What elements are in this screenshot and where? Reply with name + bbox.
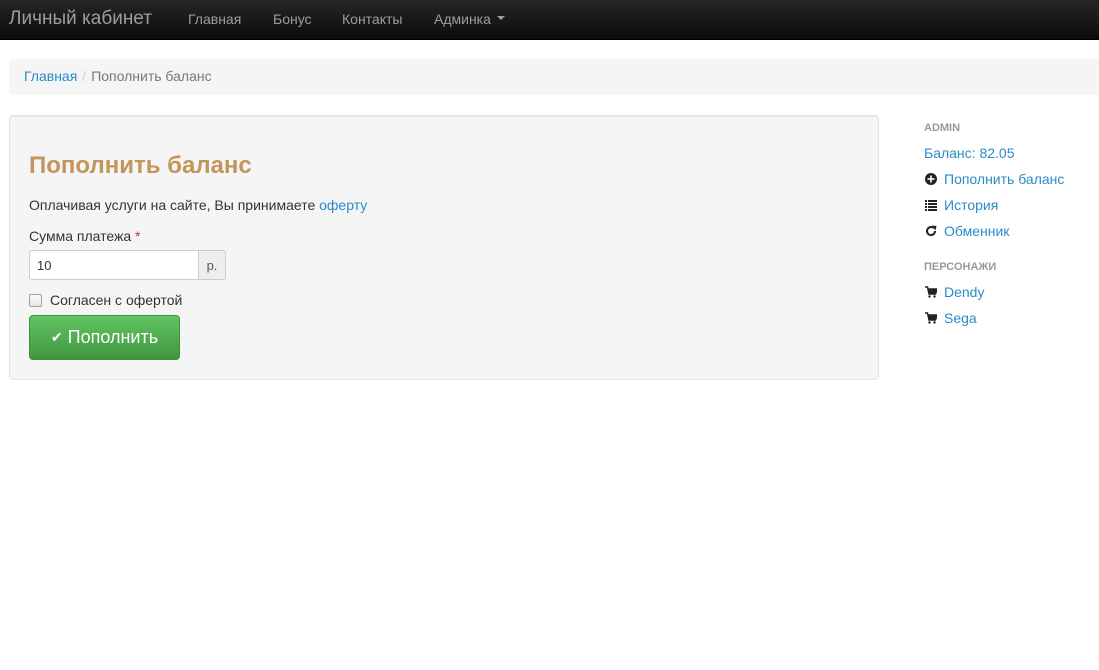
required-mark: * <box>135 228 141 244</box>
shopping-cart-icon <box>924 286 937 299</box>
nav-dropdown-admin-label: Админка <box>434 11 491 27</box>
amount-input[interactable] <box>29 250 199 280</box>
breadcrumb-home-link[interactable]: Главная <box>24 68 77 84</box>
sidebar-item-history[interactable]: История <box>924 197 998 213</box>
amount-input-group: р. <box>29 250 226 280</box>
sidebar-item-label: Пополнить баланс <box>944 171 1065 187</box>
sidebar-item-character-sega[interactable]: Sega <box>924 310 977 326</box>
sidebar-item-top-up[interactable]: Пополнить баланс <box>924 171 1064 187</box>
nav-dropdown-admin[interactable]: Админка <box>434 11 505 27</box>
sidebar-item-label: Dendy <box>944 284 985 300</box>
agree-label: Согласен с офертой <box>50 292 183 308</box>
agree-checkbox-row[interactable]: Согласен с офертой <box>29 292 182 308</box>
terms-offer-link[interactable]: оферту <box>319 197 367 213</box>
sidebar-balance-link[interactable]: Баланс: 82.05 <box>924 145 1014 161</box>
terms-prefix: Оплачивая услуги на сайте, Вы принимаете <box>29 197 320 213</box>
sidebar-item-character-dendy[interactable]: Dendy <box>924 284 984 300</box>
sidebar-item-label: Обменник <box>944 223 1010 239</box>
breadcrumb-current: Пополнить баланс <box>91 68 212 84</box>
sidebar-header-admin: ADMIN <box>924 122 961 134</box>
currency-addon: р. <box>199 250 226 280</box>
agree-checkbox[interactable] <box>29 293 42 307</box>
amount-label: Сумма платежа * <box>29 228 141 244</box>
refresh-icon <box>924 225 937 238</box>
sidebar-item-exchanger[interactable]: Обменник <box>924 223 1009 239</box>
breadcrumb: Главная / Пополнить баланс <box>9 59 1099 95</box>
sidebar-item-label: История <box>944 197 999 213</box>
amount-label-text: Сумма платежа <box>29 228 132 244</box>
checkmark-icon: ✔ <box>50 329 63 345</box>
terms-text: Оплачивая услуги на сайте, Вы принимаете… <box>29 197 367 213</box>
brand-link[interactable]: Личный кабинет <box>9 8 152 30</box>
nav-link-home[interactable]: Главная <box>188 11 241 27</box>
navbar: Личный кабинет Главная Бонус Контакты Ад… <box>0 0 1099 40</box>
sidebar-header-characters: ПЕРСОНАЖИ <box>924 261 997 273</box>
nav-link-contacts[interactable]: Контакты <box>342 11 402 27</box>
shopping-cart-icon <box>924 312 937 325</box>
top-up-form-panel: Пополнить баланс Оплачивая услуги на сай… <box>9 115 879 380</box>
page-title: Пополнить баланс <box>29 152 252 179</box>
submit-label: Пополнить <box>67 327 159 347</box>
sidebar-item-label: Sega <box>944 310 977 326</box>
caret-down-icon <box>496 16 505 21</box>
submit-button[interactable]: ✔ Пополнить <box>29 315 180 360</box>
breadcrumb-separator: / <box>82 68 87 84</box>
plus-circle-icon <box>924 173 937 186</box>
list-icon <box>924 199 937 212</box>
nav-link-bonus[interactable]: Бонус <box>273 11 312 27</box>
